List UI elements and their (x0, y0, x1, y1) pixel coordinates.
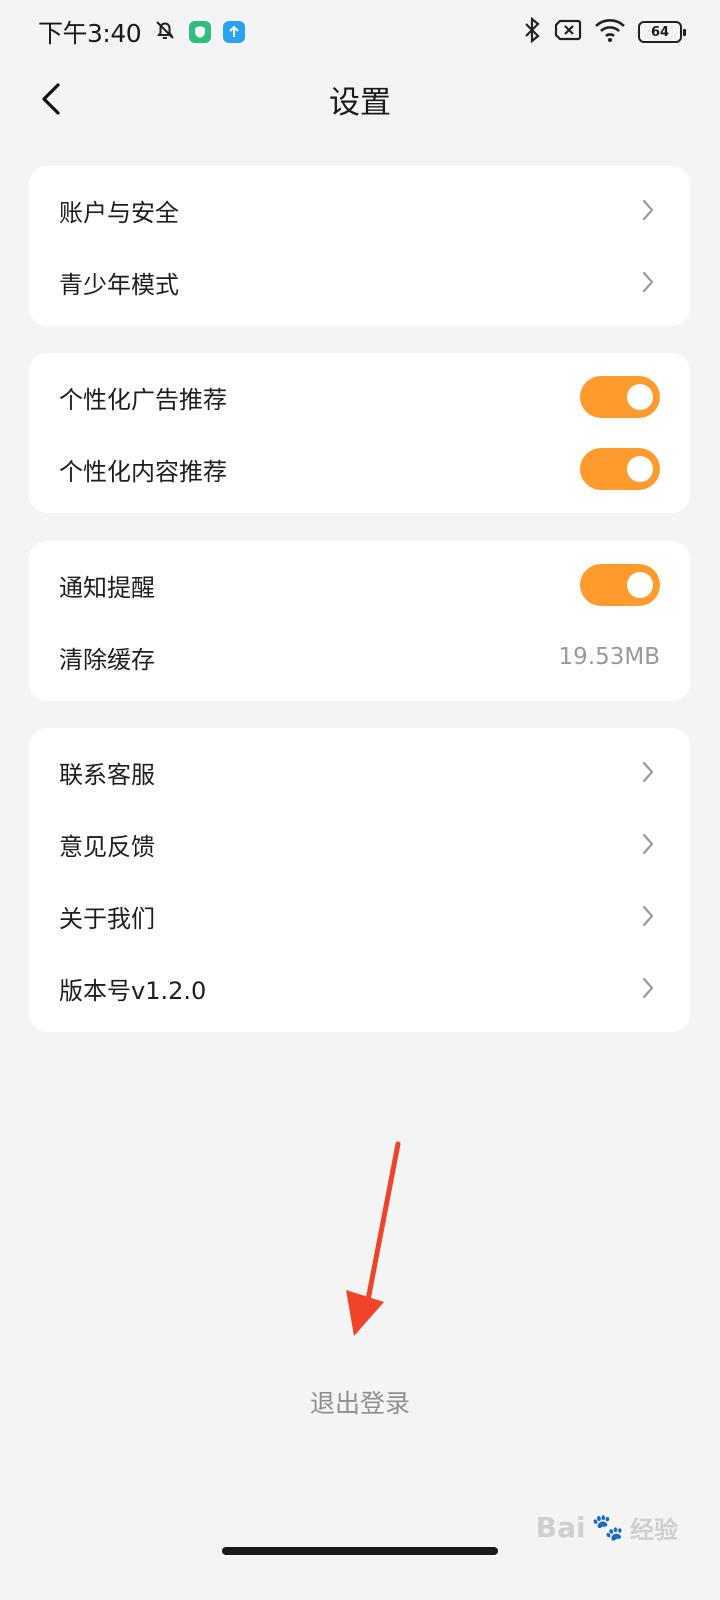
feedback-label: 意见反馈 (59, 832, 155, 861)
status-time: 下午3:40 (38, 19, 142, 48)
title-bar: 设置 (0, 64, 720, 134)
watermark-suffix: 经验 (630, 1516, 678, 1544)
notifications-row: 通知提醒 (29, 549, 690, 621)
notifications-group: 通知提醒 清除缓存 19.53MB (29, 541, 690, 701)
mute-bell-icon (153, 18, 177, 46)
personalized-ads-toggle[interactable] (580, 376, 660, 418)
toggle-knob (627, 572, 653, 598)
chevron-left-icon (42, 83, 60, 115)
wifi-icon (594, 18, 626, 46)
personalized-content-label: 个性化内容推荐 (59, 457, 227, 486)
sim-x-icon (554, 19, 582, 45)
personalized-ads-label: 个性化广告推荐 (59, 385, 227, 414)
account-security-label: 账户与安全 (59, 198, 179, 227)
home-indicator[interactable] (222, 1547, 498, 1555)
notifications-toggle[interactable] (580, 564, 660, 606)
clear-cache-label: 清除缓存 (59, 645, 155, 674)
account-security-row[interactable]: 账户与安全 (29, 174, 690, 246)
about-us-row[interactable]: 关于我们 (29, 880, 690, 952)
watermark-brand: Bai (535, 1511, 586, 1544)
upload-app-icon (223, 21, 246, 43)
feedback-row[interactable]: 意见反馈 (29, 808, 690, 880)
chevron-right-icon (636, 976, 660, 1000)
status-left: 下午3:40 (38, 14, 246, 50)
bluetooth-icon (522, 16, 542, 47)
version-label: 版本号v1.2.0 (59, 976, 207, 1005)
annotation-arrow-icon (346, 1141, 401, 1336)
toggle-knob (627, 384, 653, 410)
battery-icon: 64 (638, 21, 686, 43)
chevron-right-icon (636, 270, 660, 294)
about-us-label: 关于我们 (59, 904, 155, 933)
personalized-ads-row: 个性化广告推荐 (29, 361, 690, 433)
personalization-group: 个性化广告推荐 个性化内容推荐 (29, 353, 690, 513)
chevron-right-icon (636, 760, 660, 784)
contact-support-row[interactable]: 联系客服 (29, 736, 690, 808)
page-title: 设置 (329, 84, 391, 121)
baidu-watermark: Bai 🐾 经验 (536, 1510, 678, 1545)
paw-icon: 🐾 (591, 1512, 624, 1543)
cache-size-value: 19.53MB (558, 644, 660, 670)
support-group: 联系客服 意见反馈 关于我们 版本号v1.2.0 (29, 728, 690, 1032)
personalized-content-toggle[interactable] (580, 448, 660, 490)
chevron-right-icon (636, 904, 660, 928)
status-right: 64 (522, 16, 686, 47)
chevron-right-icon (636, 198, 660, 222)
logout-button[interactable]: 退出登录 (0, 1384, 720, 1420)
chevron-right-icon (636, 832, 660, 856)
shield-app-icon (189, 21, 212, 43)
status-bar: 下午3:40 64 (0, 0, 720, 64)
back-button[interactable] (26, 74, 76, 124)
clear-cache-row[interactable]: 清除缓存 19.53MB (29, 621, 690, 693)
teen-mode-label: 青少年模式 (59, 270, 179, 299)
contact-support-label: 联系客服 (59, 760, 155, 789)
version-row[interactable]: 版本号v1.2.0 (29, 952, 690, 1024)
account-group: 账户与安全 青少年模式 (29, 166, 690, 326)
toggle-knob (627, 456, 653, 482)
teen-mode-row[interactable]: 青少年模式 (29, 246, 690, 318)
notifications-label: 通知提醒 (59, 573, 155, 602)
personalized-content-row: 个性化内容推荐 (29, 433, 690, 505)
